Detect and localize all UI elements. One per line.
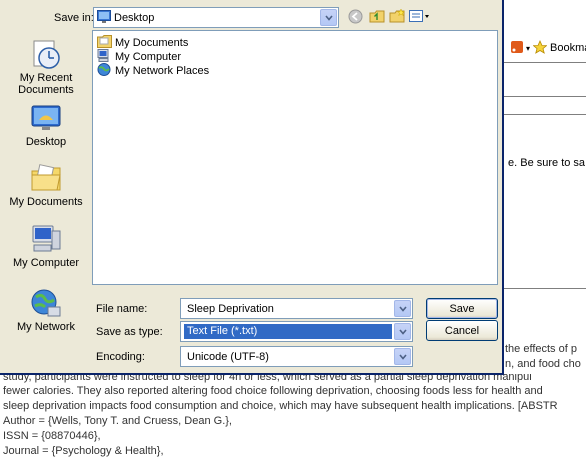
encoding-value: Unicode (UTF-8) [187,350,269,363]
network-places-icon [97,62,112,79]
place-my-network[interactable]: My Network [3,287,89,333]
place-my-computer[interactable]: My Computer [3,223,89,269]
encoding-dropdown[interactable]: Unicode (UTF-8) [180,346,413,367]
recent-documents-icon [30,38,62,70]
places-bar: My Recent Documents Desktop My Documents… [3,30,89,346]
star-icon[interactable] [532,39,548,57]
place-label: My Recent Documents [18,72,74,96]
browser-toolbar: ▾ Bookma [503,34,586,62]
chevron-down-icon[interactable] [394,300,411,317]
text-line: fewer calories. They also reported alter… [3,385,543,397]
views-menu-icon[interactable] [408,8,432,24]
bookmarks-button[interactable]: Bookma [550,42,586,54]
place-label: My Network [16,321,76,333]
place-desktop[interactable]: Desktop [3,102,89,148]
chevron-down-icon[interactable] [394,323,411,340]
file-name: My Computer [115,50,182,63]
list-item[interactable]: My Network Places [97,62,210,79]
toolbar-divider [503,62,586,63]
desktop-icon [97,9,111,26]
my-network-icon [30,287,62,319]
feed-icon[interactable] [511,40,523,56]
place-my-recent-documents[interactable]: My Recent Documents [3,38,89,96]
file-name-input[interactable]: Sleep Deprivation [180,298,413,319]
text-line: Journal = {Psychology & Health}, [3,445,164,457]
up-folder-icon[interactable] [368,8,386,24]
abstract-text: study, participants were instructed to s… [0,374,586,459]
save-as-dialog: Save in: Desktop My Recent Documents Des… [0,0,504,375]
save-in-label: Save in: [54,12,94,24]
chevron-down-icon[interactable] [320,9,337,26]
place-label: Desktop [25,136,67,148]
new-folder-icon[interactable] [388,8,406,24]
file-name: My Network Places [115,64,210,77]
save-as-type-dropdown[interactable]: Text File (*.txt) [180,321,413,342]
back-icon[interactable] [346,8,364,24]
my-computer-icon [30,223,62,255]
cancel-button[interactable]: Cancel [426,320,498,341]
place-label: My Computer [12,257,80,269]
save-in-value: Desktop [114,11,155,24]
chevron-down-icon[interactable]: ▾ [526,44,530,53]
desktop-icon [30,102,62,134]
content-divider [503,114,586,115]
text-line: study, participants were instructed to s… [3,374,532,383]
abstract-fragment: n, and food cho [505,358,581,370]
text-line: sleep deprivation impacts food consumpti… [3,400,558,412]
place-label: My Documents [9,196,83,208]
save-as-type-value: Text File (*.txt) [184,324,392,339]
chevron-down-icon[interactable] [394,348,411,365]
my-documents-icon [30,162,62,194]
text-line: ISSN = {08870446}, [3,430,101,442]
page-snippet: e. Be sure to sa [508,157,586,169]
save-button[interactable]: Save [426,298,498,319]
content-divider [503,288,586,289]
file-list[interactable]: My Documents My Computer My Network Plac… [92,30,498,285]
content-divider [503,96,586,97]
file-name: My Documents [115,36,189,49]
file-name-label: File name: [96,303,148,315]
save-as-type-label: Save as type: [96,326,163,338]
file-name-value: Sleep Deprivation [187,302,274,315]
text-line: Author = {Wells, Tony T. and Cruess, Dea… [3,415,232,427]
encoding-label: Encoding: [96,351,145,363]
save-in-dropdown[interactable]: Desktop [93,7,339,28]
abstract-fragment: the effects of p [505,343,577,355]
place-my-documents[interactable]: My Documents [3,162,89,208]
